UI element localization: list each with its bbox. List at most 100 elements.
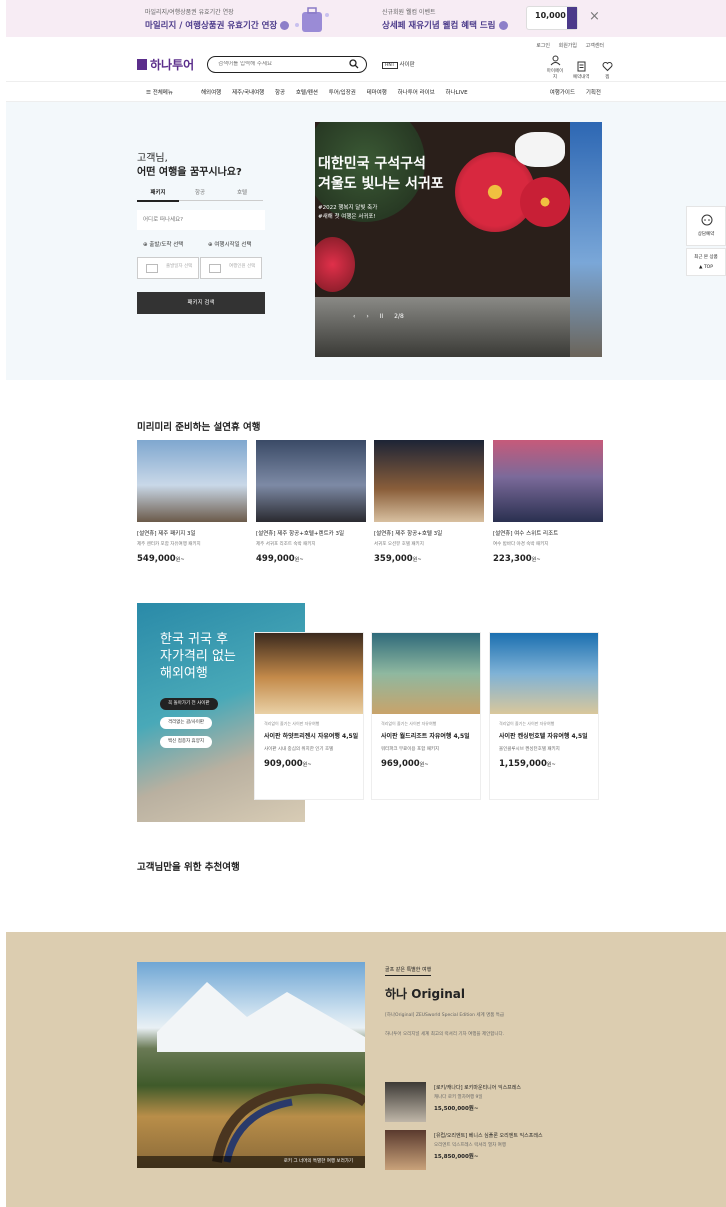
top-button[interactable]: ▲ TOP [699, 265, 713, 270]
wishlist-button[interactable]: 찜 [597, 61, 617, 80]
price-unit: 원~ [302, 762, 312, 768]
product-title: [설연휴] 제주 항공+호텔 3일 [374, 531, 443, 537]
hnt-badge: HNT [382, 62, 398, 69]
main-nav: ☰ 전체메뉴 해외여행 제주/국내여행 항공 호텔/펜션 투어/입장권 테마여행… [6, 81, 726, 102]
product-title: 사이판 하얏트리젠시 자유여행 4,5일 [264, 733, 359, 740]
product-price: 499,000원~ [256, 554, 366, 564]
product-card[interactable]: [설연휴] 제주 패키지 3일 제주 렌터카 포함 자유여행 패키지 549,0… [137, 440, 247, 564]
price-unit: 원~ [294, 557, 304, 563]
product-card[interactable]: 격리없이 즐기는 사이판 자유여행 사이판 월드리조트 자유여행 4,5일 워터… [371, 632, 481, 800]
destination-input[interactable] [137, 210, 265, 230]
hnt-link[interactable]: HNT 사이판 [382, 60, 415, 69]
date-picker-box[interactable]: 출발일자 선택 [137, 257, 199, 279]
nav-item[interactable]: 해외여행 [201, 90, 221, 96]
original-title: 하나 Original [385, 987, 465, 1001]
original-item-thumb [385, 1082, 426, 1122]
top-label: TOP [703, 265, 713, 270]
nav-item[interactable]: 항공 [275, 90, 285, 96]
search-input[interactable] [218, 61, 338, 67]
quick-recent[interactable]: 최근 본 상품 ▲ TOP [686, 248, 726, 276]
wishlist-label: 찜 [605, 75, 610, 80]
price-unit: 원~ [412, 557, 422, 563]
search-icon[interactable] [349, 59, 359, 69]
product-desc: 사이판 시내 중심의 위치한 인기 호텔 [264, 747, 334, 752]
greeting-line1: 고객님, [137, 153, 168, 164]
price-value: 549,000 [137, 554, 176, 564]
hero-slide[interactable]: 대한민국 구석구석 겨울도 빛나는 서귀포 #2022 행복지 달빛 축가 #새해 … [315, 122, 602, 357]
product-tag: 격리없이 즐기는 사이판 자유여행 [381, 721, 437, 726]
nav-item[interactable]: 하나투어 라이브 [398, 90, 435, 96]
original-item[interactable]: [로키/캐나다] 로키마운티니어 익스프레스 캐나다 로키 열차여행 9일 15… [385, 1082, 585, 1122]
product-card[interactable]: 격리없이 즐기는 사이판 자유여행 사이판 하얏트리젠시 자유여행 4,5일 사… [254, 632, 364, 800]
suitcase-icon [295, 7, 329, 32]
product-desc: 여수 밤바다 야경 숙박 패키지 [493, 542, 549, 547]
tab-package[interactable]: 패키지 [137, 188, 179, 202]
next-arrow-icon[interactable]: › [366, 313, 368, 320]
product-card[interactable]: 격리없이 즐기는 사이판 자유여행 사이판 켄싱턴호텔 자유여행 4,5일 올인… [489, 632, 599, 800]
nav-item[interactable]: 하나LIVE [446, 90, 468, 96]
close-icon[interactable]: × [589, 9, 600, 24]
section-title: 미리미리 준비하는 설연휴 여행 [137, 422, 261, 433]
product-card[interactable]: [설연휴] 제주 항공+호텔+렌트카 3일 제주 서귀포 리조트 숙박 패키지 … [256, 440, 366, 564]
original-photo[interactable]: 로키 그 너머의 특별한 여행 보러가기 [137, 962, 365, 1168]
people-picker-label: 여행인원 선택 [229, 264, 256, 269]
promo-right[interactable]: 신규회원 웰컴 이벤트 상세페 재유기념 웰컴 혜택 드림 [382, 7, 508, 31]
calendar-icon [146, 264, 158, 273]
signup-link[interactable]: 회원가입 [559, 43, 577, 49]
mypage-button[interactable]: 마이페이지 [545, 55, 565, 80]
product-desc: 제주 렌터카 포함 자유여행 패키지 [137, 542, 201, 547]
chat-bot-icon [701, 214, 713, 226]
product-title: [설연휴] 제주 항공+호텔+렌트카 3일 [256, 531, 345, 537]
search-box[interactable] [207, 56, 367, 73]
slide-controls: ‹ › II 2/8 [353, 313, 413, 320]
product-card[interactable]: [설연휴] 제주 항공+호텔 3일 서귀포 오션뷰 호텔 패키지 359,000… [374, 440, 484, 564]
arrow-circle-icon [498, 21, 508, 30]
date-option[interactable]: ⊕ 여행시작일 선택 [208, 240, 252, 248]
arrow-circle-icon [280, 21, 290, 30]
original-item[interactable]: [유럽/오리엔트] 베니스 심플론 오리엔트 익스프레스 오리엔트 익스프레스 … [385, 1130, 585, 1170]
promo-right-title: 상세페 재유기념 웰컴 혜택 드림 [382, 21, 496, 31]
prev-arrow-icon[interactable]: ‹ [353, 313, 355, 320]
theme-pill[interactable]: 꼭 돌아가기 전 사이판 [160, 698, 218, 710]
customer-center-link[interactable]: 고객센터 [586, 43, 604, 49]
logo[interactable]: 하나투어 [137, 56, 194, 73]
theme-banner-title: 한국 귀국 후 자가격리 없는 해외여행 [160, 631, 236, 682]
greeting-line2: 어떤 여행을 꿈꾸시나요? [137, 167, 242, 178]
product-image [490, 633, 598, 714]
departure-option[interactable]: ⊕ 출발/도착 선택 [143, 240, 183, 248]
product-card[interactable]: [설연휴] 여수 스위트 리조트 여수 밤바다 야경 숙박 패키지 223,30… [493, 440, 603, 564]
product-price: 909,000원~ [264, 759, 363, 769]
reservation-icon [577, 61, 586, 72]
nav-right-item[interactable]: 기획전 [586, 90, 601, 96]
promo-left[interactable]: 마일리지/여행상품권 유효기간 연장 마일리지 / 여행상품권 유효기간 연장 [145, 7, 290, 31]
nav-item[interactable]: 제주/국내여행 [232, 90, 264, 96]
package-search-button[interactable]: 패키지 검색 [137, 292, 265, 314]
reservation-label: 예약내역 [572, 75, 590, 80]
nav-item[interactable]: 테마여행 [367, 90, 387, 96]
price-value: 969,000 [381, 759, 420, 769]
product-image [372, 633, 480, 714]
nav-item[interactable]: 호텔/펜션 [296, 90, 318, 96]
quick-consult-label: 상담예약 [697, 232, 715, 237]
original-item-title: [유럽/오리엔트] 베니스 심플론 오리엔트 익스프레스 [434, 1133, 543, 1139]
all-menu-button[interactable]: ☰ 전체메뉴 [146, 88, 173, 96]
theme-pill[interactable]: 백신 접종자 휴양지 [160, 736, 212, 748]
product-image [137, 440, 247, 522]
product-tag: 격리없이 즐기는 사이판 자유여행 [264, 721, 320, 726]
pause-icon[interactable]: II [380, 313, 384, 320]
reservation-button[interactable]: 예약내역 [571, 61, 591, 80]
original-desc: [하나Original] ZEUSworld Special Edition 세… [385, 1013, 505, 1018]
product-title: 사이판 월드리조트 자유여행 4,5일 [381, 733, 470, 740]
nav-item[interactable]: 투어/입장권 [329, 90, 356, 96]
quick-consult[interactable]: 상담예약 [686, 206, 726, 246]
mypage-label: 마이페이지 [546, 69, 564, 80]
tab-flight[interactable]: 항공 [179, 188, 221, 201]
tab-hotel[interactable]: 호텔 [221, 188, 263, 201]
nav-right-item[interactable]: 여행가이드 [550, 90, 575, 96]
login-link[interactable]: 로그인 [536, 43, 550, 49]
people-picker-box[interactable]: 여행인원 선택 [200, 257, 262, 279]
product-tag: 격리없이 즐기는 사이판 자유여행 [499, 721, 555, 726]
promo-banner[interactable]: 마일리지/여행상품권 유효기간 연장 마일리지 / 여행상품권 유효기간 연장 … [6, 0, 726, 37]
product-image [374, 440, 484, 522]
theme-pill[interactable]: 격리없는 괌/사이판 [160, 717, 213, 729]
